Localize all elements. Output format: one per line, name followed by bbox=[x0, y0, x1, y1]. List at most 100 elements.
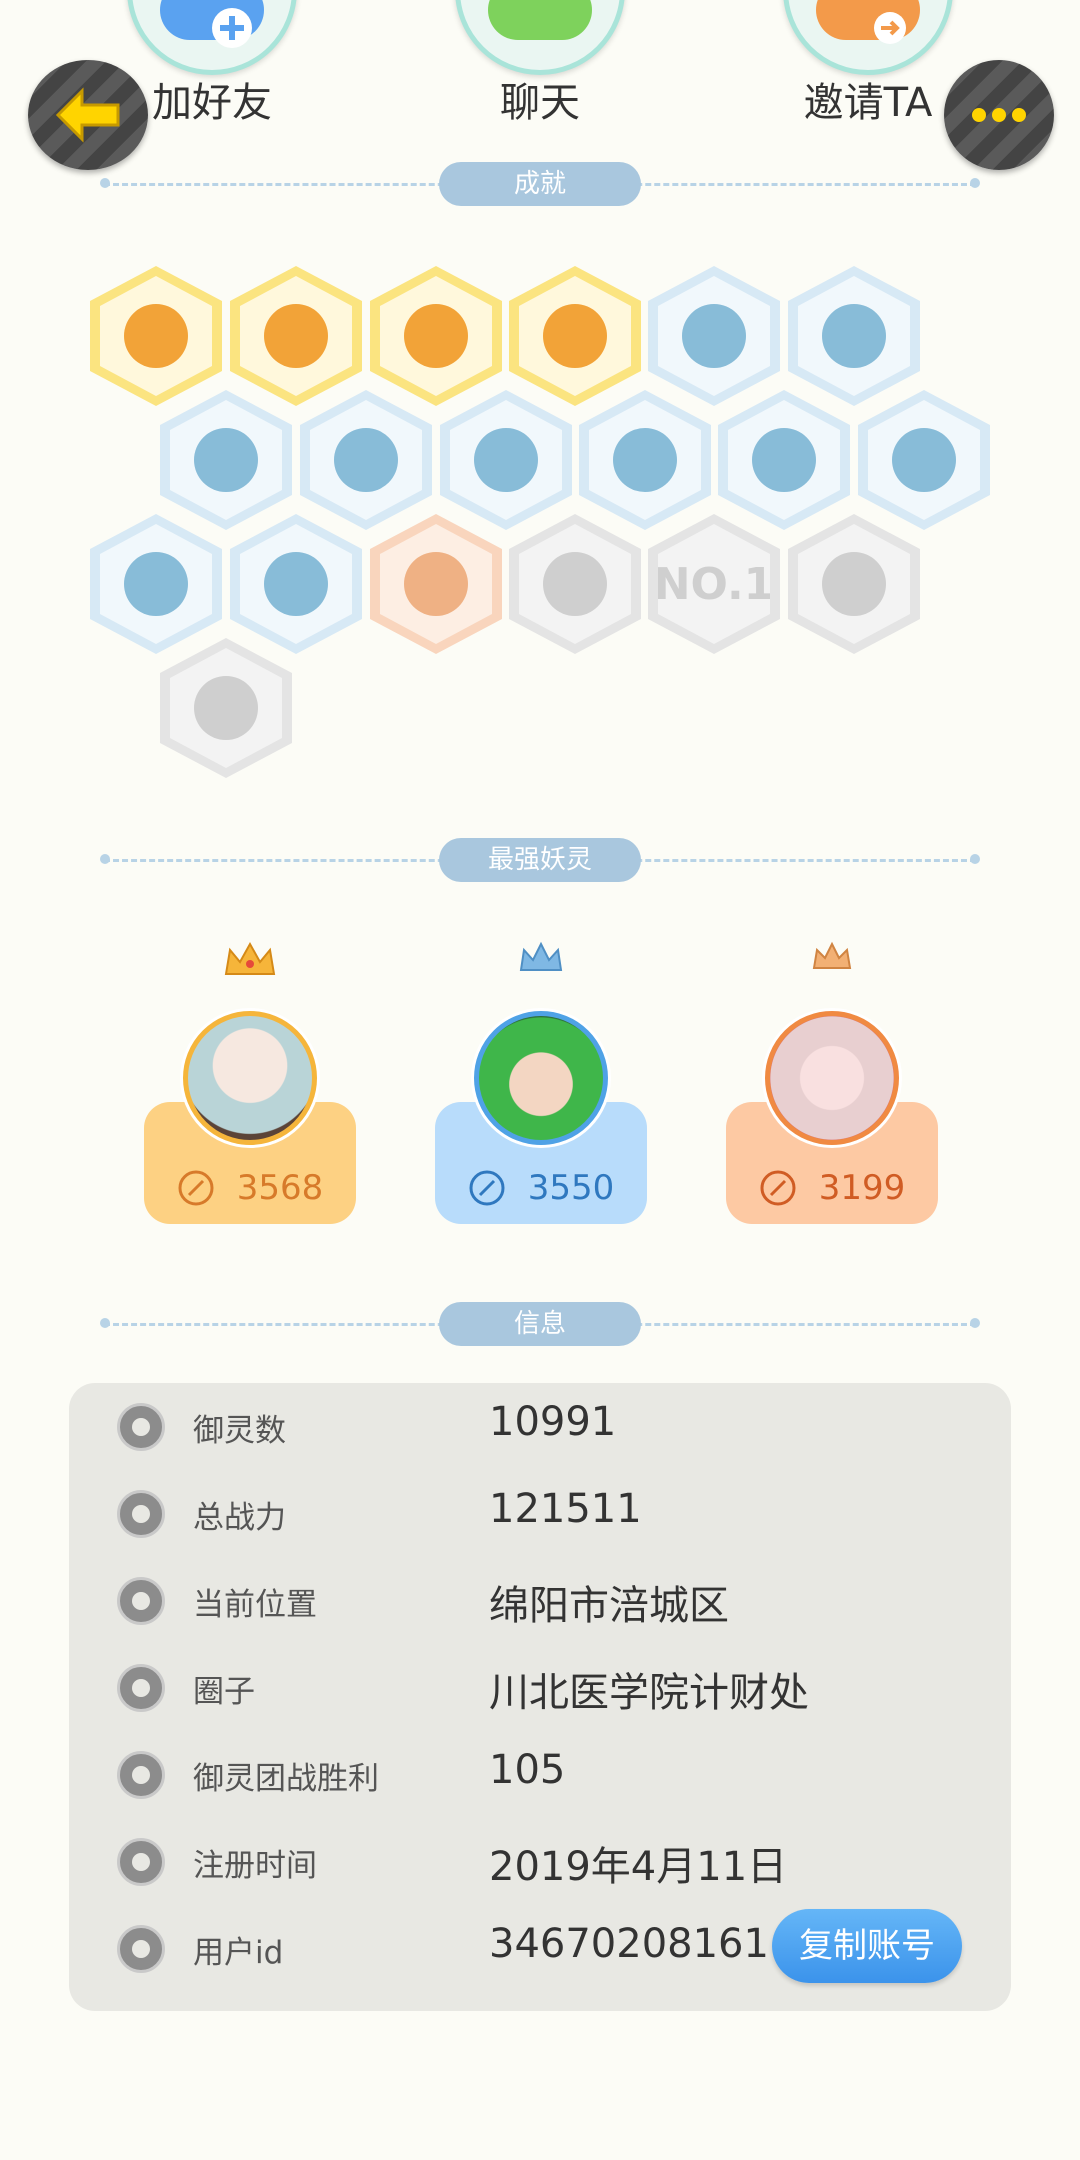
sneaker-icon bbox=[682, 304, 746, 368]
info-title: 信息 bbox=[439, 1302, 641, 1346]
strongest-title: 最强妖灵 bbox=[439, 838, 641, 882]
spirit-card-1[interactable]: 3568 bbox=[144, 940, 356, 1224]
spirit-avatar bbox=[471, 1008, 611, 1148]
fish-icon bbox=[892, 428, 956, 492]
spirit-count-icon bbox=[117, 1403, 165, 1451]
info-value: 2019年4月11日 bbox=[489, 1844, 788, 1890]
crossed-swords-icon bbox=[194, 676, 258, 740]
spirit-card-3[interactable]: 3199 bbox=[726, 940, 938, 1224]
more-dot-icon bbox=[972, 108, 986, 122]
achievement-horned-monster[interactable] bbox=[230, 514, 362, 654]
id-card-icon bbox=[117, 1925, 165, 1973]
achievement-taiji-wave[interactable] bbox=[300, 390, 432, 530]
info-key: 圈子 bbox=[193, 1674, 255, 1710]
horned-monster-icon bbox=[264, 552, 328, 616]
back-arrow-icon bbox=[55, 87, 120, 143]
power-icon bbox=[117, 1490, 165, 1538]
orb-icon bbox=[404, 304, 468, 368]
achievement-fox-book[interactable] bbox=[509, 514, 641, 654]
cat-lollipop-icon bbox=[752, 428, 816, 492]
strongest-header: 最强妖灵 bbox=[100, 838, 980, 882]
achievements-title: 成就 bbox=[439, 162, 641, 206]
spirit-power-value: 3550 bbox=[527, 1168, 615, 1208]
achievement-portal[interactable] bbox=[788, 266, 920, 406]
yinyang-box-icon bbox=[543, 304, 607, 368]
info-key: 御灵数 bbox=[193, 1413, 286, 1449]
fox-face-icon bbox=[124, 304, 188, 368]
spirit-power: 3550 bbox=[435, 1166, 647, 1210]
achievement-skull-belt[interactable] bbox=[788, 514, 920, 654]
chat-bubble-icon[interactable] bbox=[455, 0, 625, 75]
copy-account-button[interactable]: 复制账号 bbox=[772, 1909, 962, 1983]
info-panel: 御灵数 10991 总战力 121511 当前位置 绵阳市涪城区 圈子 川北医学… bbox=[69, 1383, 1011, 2011]
achievement-crystal[interactable] bbox=[160, 390, 292, 530]
back-button[interactable] bbox=[28, 60, 148, 170]
achievement-sprite-statue[interactable] bbox=[440, 390, 572, 530]
team-battle-icon bbox=[117, 1751, 165, 1799]
achievement-sneaker[interactable] bbox=[648, 266, 780, 406]
circle-group-icon bbox=[117, 1664, 165, 1712]
achievement-fish[interactable] bbox=[858, 390, 990, 530]
info-key: 注册时间 bbox=[193, 1848, 317, 1884]
info-value: 10991 bbox=[489, 1399, 617, 1445]
more-dot-icon bbox=[1012, 108, 1026, 122]
achievements-header: 成就 bbox=[100, 162, 980, 206]
achievement-orb[interactable] bbox=[370, 266, 502, 406]
gold-crown-icon bbox=[224, 941, 276, 975]
achievement-sprite-pair[interactable] bbox=[370, 514, 502, 654]
location-pin-icon bbox=[117, 1577, 165, 1625]
info-value: 121511 bbox=[489, 1486, 642, 1532]
info-value: 川北医学院计财处 bbox=[489, 1670, 809, 1716]
spirit-avatar bbox=[762, 1008, 902, 1148]
no1-badge-text: NO.1 bbox=[653, 558, 775, 610]
achievement-yinyang-box[interactable] bbox=[509, 266, 641, 406]
moon-sun-icon bbox=[264, 304, 328, 368]
info-key: 当前位置 bbox=[193, 1587, 317, 1623]
achievement-shield[interactable] bbox=[90, 514, 222, 654]
info-row-spirit-count: 御灵数 10991 bbox=[69, 1383, 1011, 1471]
spirit-card-2[interactable]: 3550 bbox=[435, 940, 647, 1224]
achievement-crossed-swords[interactable] bbox=[160, 638, 292, 778]
info-row-circle: 圈子 川北医学院计财处 bbox=[69, 1644, 1011, 1732]
cat-cart-icon bbox=[613, 428, 677, 492]
bronze-crown-icon bbox=[812, 941, 852, 969]
spirit-power: 3568 bbox=[144, 1166, 356, 1210]
chat-label[interactable]: 聊天 bbox=[420, 70, 660, 128]
achievement-cat-lollipop[interactable] bbox=[718, 390, 850, 530]
info-row-total-power: 总战力 121511 bbox=[69, 1470, 1011, 1558]
crystal-icon bbox=[194, 428, 258, 492]
info-value: 34670208161 bbox=[489, 1921, 769, 1967]
info-row-register-time: 注册时间 2019年4月11日 bbox=[69, 1818, 1011, 1906]
add-friend-icon[interactable] bbox=[127, 0, 297, 75]
spirit-power-value: 3199 bbox=[818, 1168, 906, 1208]
invite-icon[interactable] bbox=[783, 0, 953, 75]
info-header: 信息 bbox=[100, 1302, 980, 1346]
more-dot-icon bbox=[992, 108, 1006, 122]
taiji-wave-icon bbox=[334, 428, 398, 492]
achievement-fox-face[interactable] bbox=[90, 266, 222, 406]
clock-icon bbox=[117, 1838, 165, 1886]
power-sword-icon bbox=[469, 1170, 505, 1206]
achievement-moon-sun[interactable] bbox=[230, 266, 362, 406]
blue-crown-icon bbox=[519, 941, 563, 971]
spirit-avatar bbox=[180, 1008, 320, 1148]
sprite-pair-icon bbox=[404, 552, 468, 616]
achievement-cat-cart[interactable] bbox=[579, 390, 711, 530]
info-row-user-id: 用户id 34670208161 复制账号 bbox=[69, 1905, 1011, 1993]
achievement-no1[interactable]: NO.1 bbox=[648, 514, 780, 654]
skull-belt-icon bbox=[822, 552, 886, 616]
info-key: 用户id bbox=[193, 1935, 284, 1971]
info-row-location: 当前位置 绵阳市涪城区 bbox=[69, 1557, 1011, 1645]
info-key: 总战力 bbox=[193, 1500, 286, 1536]
portal-icon bbox=[822, 304, 886, 368]
fox-book-icon bbox=[543, 552, 607, 616]
info-value: 绵阳市涪城区 bbox=[489, 1583, 729, 1629]
power-sword-icon bbox=[178, 1170, 214, 1206]
sprite-statue-icon bbox=[474, 428, 538, 492]
spirit-power: 3199 bbox=[726, 1166, 938, 1210]
shield-icon bbox=[124, 552, 188, 616]
spirit-power-value: 3568 bbox=[236, 1168, 324, 1208]
info-row-team-battle: 御灵团战胜利 105 bbox=[69, 1731, 1011, 1819]
more-options-button[interactable] bbox=[944, 60, 1054, 170]
info-key: 御灵团战胜利 bbox=[193, 1761, 379, 1797]
